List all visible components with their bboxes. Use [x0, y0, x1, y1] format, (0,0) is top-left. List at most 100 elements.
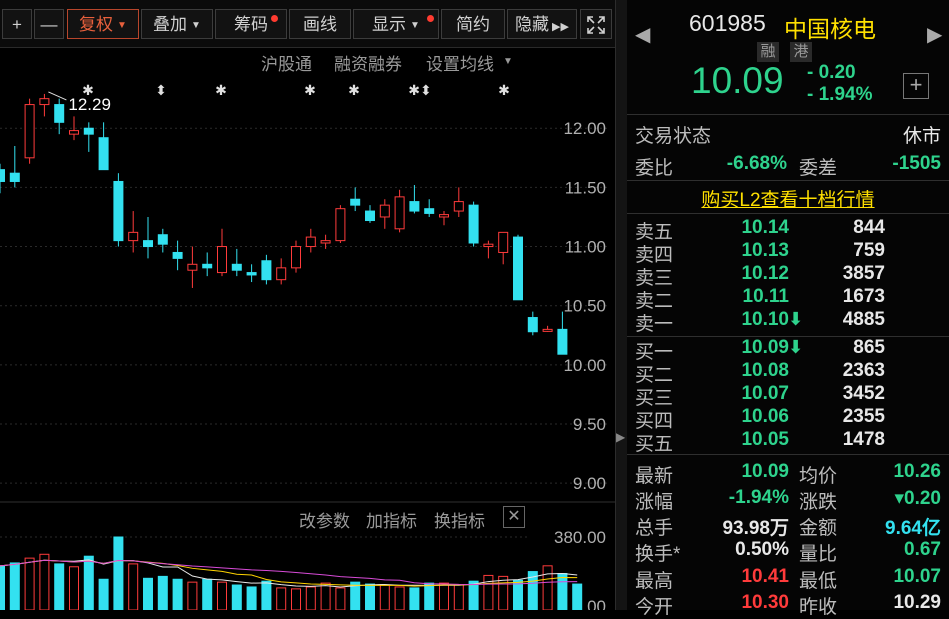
double-chevron-right-icon: ▶▶: [552, 21, 569, 33]
hugutong-link[interactable]: 沪股通: [261, 50, 312, 75]
volume-ratio-value: 0.67: [904, 539, 941, 560]
bid-level-label: 买五: [635, 434, 674, 455]
volume-bar: [483, 574, 494, 610]
bid-level-price[interactable]: 10.08: [717, 360, 789, 382]
change-params-link[interactable]: 改参数: [299, 507, 350, 532]
volume-bar: [409, 587, 420, 610]
hk-connect-badge: 港: [790, 42, 812, 62]
current-price: 10.09: [691, 60, 784, 101]
low-value: 10.07: [893, 566, 941, 587]
high-value: 10.41: [741, 566, 789, 587]
ask-level-price[interactable]: 10.13: [717, 240, 789, 262]
volume-ratio-label: 量比: [799, 544, 838, 565]
volume-bar: [498, 575, 509, 610]
notification-dot-icon: [271, 15, 278, 22]
event-marker-icon: ✱: [498, 83, 510, 99]
diejia-button[interactable]: 叠加 ▼: [141, 9, 213, 39]
fuquan-button[interactable]: 复权 ▼: [67, 9, 139, 39]
ask-level-price[interactable]: 10.10: [717, 309, 789, 331]
down-candle: [9, 172, 20, 182]
prev-close-label: 昨收: [799, 597, 838, 618]
volume-bar: [83, 555, 94, 610]
quote-panel: ◀ ▶ 601985 中国核电 融 港 10.09 - 0.20 - 1.94%…: [627, 0, 949, 618]
add-indicator-link[interactable]: 加指标: [366, 507, 417, 532]
volume-bar: [39, 553, 50, 610]
zoom-in-button[interactable]: +: [2, 9, 32, 39]
margin-badge: 融: [757, 42, 779, 62]
down-candle: [365, 210, 375, 222]
price-tick-label: 11.50: [565, 178, 606, 197]
bid-level-price[interactable]: 10.07: [717, 383, 789, 405]
status-value: 休市: [902, 126, 941, 147]
volume-bar: [69, 566, 79, 610]
volume-bar: [439, 582, 449, 610]
volume-bar: [365, 583, 375, 610]
price-change-pct: - 1.94%: [807, 84, 873, 105]
zoom-out-button[interactable]: —: [34, 9, 64, 39]
candlestick-chart[interactable]: 12.0011.5011.0010.5010.009.509.00✱ ⬍ ✱ ✱ ✱ ✱⬍…: [0, 75, 615, 495]
volume-bar: [24, 557, 35, 610]
total-volume-value: 93.98万: [722, 518, 789, 539]
chouma-button[interactable]: 筹码: [215, 9, 287, 39]
chevron-down-icon: ▼: [410, 20, 420, 31]
down-candle: [157, 234, 168, 245]
bid-level-price[interactable]: 10.09: [717, 337, 789, 359]
close-icon[interactable]: ✕: [503, 506, 525, 528]
volume-bar: [217, 581, 227, 610]
collapse-arrow-icon[interactable]: ▶: [616, 430, 626, 454]
status-label: 交易状态: [635, 126, 712, 147]
rongzi-link[interactable]: 融资融券: [334, 50, 402, 75]
volume-bar: [187, 581, 198, 610]
bid-level-price[interactable]: 10.06: [717, 406, 789, 428]
next-stock-icon[interactable]: ▶: [927, 22, 942, 47]
ask-level-price[interactable]: 10.12: [717, 263, 789, 285]
volume-bar: [113, 536, 124, 610]
volume-bar: [143, 577, 153, 610]
jianyue-button[interactable]: 简约: [441, 9, 505, 39]
turnover-value: 0.50%: [735, 539, 789, 560]
chart-subtools: 沪股通 融资融券 设置均线 ▼: [0, 48, 615, 74]
ask-level-volume: 844: [853, 217, 885, 238]
down-candle: [350, 198, 361, 206]
ask-level-price[interactable]: 10.14: [717, 217, 789, 239]
down-candle: [246, 272, 257, 276]
volume-bar: [0, 565, 5, 610]
amount-label: 金额: [799, 518, 838, 539]
avg-price-value: 10.26: [893, 461, 941, 482]
notification-dot-icon: [427, 15, 434, 22]
price-tick-label: 10.50: [563, 297, 606, 316]
up-candle: [276, 267, 287, 281]
up-candle: [320, 240, 331, 244]
volume-bar: [9, 562, 20, 610]
event-marker-icon: ✱: [348, 83, 360, 99]
plus-box-icon[interactable]: +: [903, 73, 929, 99]
l2-purchase-link[interactable]: 购买L2查看十档行情: [627, 185, 949, 212]
yincang-button[interactable]: 隐藏 ▶▶: [507, 9, 577, 39]
volume-bar: [291, 588, 301, 610]
volume-bar: [453, 584, 464, 610]
open-value: 10.30: [741, 592, 789, 613]
price-tick-label: 12.00: [563, 119, 606, 138]
switch-indicator-link[interactable]: 换指标: [434, 507, 485, 532]
volume-bar: [468, 580, 479, 610]
amount-value: 9.64亿: [885, 518, 941, 539]
volume-bar: [202, 578, 213, 610]
volume-bar: [246, 586, 257, 610]
up-candle: [217, 246, 227, 274]
ask-level-price[interactable]: 10.11: [717, 286, 790, 308]
ma-settings-link[interactable]: 设置均线: [426, 50, 494, 75]
down-candle: [409, 201, 420, 212]
down-candle: [261, 260, 272, 281]
high-annotation: 12.29: [68, 95, 111, 114]
prev-stock-icon[interactable]: ◀: [635, 22, 650, 47]
fullscreen-button[interactable]: [580, 9, 612, 39]
up-candle: [128, 231, 139, 242]
down-candle: [527, 317, 538, 333]
bid-level-price[interactable]: 10.05: [717, 429, 789, 451]
bid-level-volume: 2355: [842, 406, 885, 427]
xianshi-button[interactable]: 显示 ▼: [353, 9, 439, 39]
weibi-label: 委比: [635, 158, 674, 179]
change-label: 涨跌: [799, 492, 838, 513]
huaxian-button[interactable]: 画线: [289, 9, 351, 39]
up-candle: [335, 208, 346, 242]
